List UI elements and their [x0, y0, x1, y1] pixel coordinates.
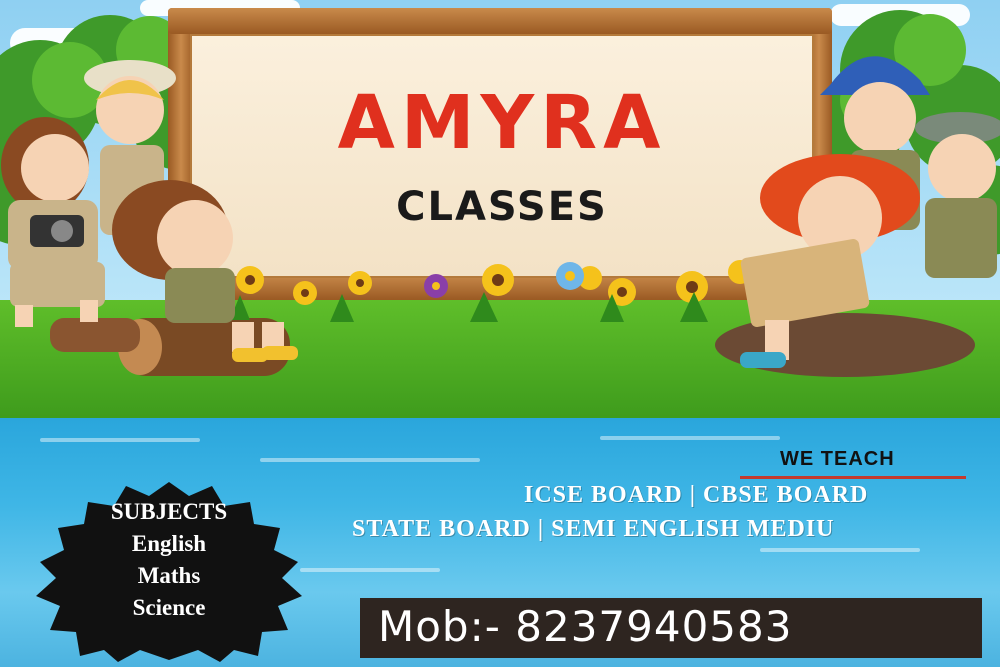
poster: AMYRA CLASSES WE TEACH ICSE BOARD | CBSE… — [0, 0, 1000, 667]
illustration-layer — [1, 56, 1000, 377]
boards-line-2: STATE BOARD | SEMI ENGLISH MEDIU — [352, 516, 835, 542]
subject-item: English — [131, 531, 207, 556]
flowers — [230, 260, 752, 322]
kid-with-camera — [1, 117, 105, 327]
subjects-list: SUBJECTS English Maths Science — [32, 496, 306, 624]
boards-line-1: ICSE BOARD | CBSE BOARD — [524, 482, 869, 508]
subject-item: Maths — [137, 563, 201, 588]
subjects-heading: SUBJECTS — [110, 499, 228, 524]
subject-item: Science — [132, 595, 206, 620]
heading-underline — [740, 476, 966, 479]
kid-with-grey-hat — [915, 112, 1000, 278]
mobile-number[interactable]: Mob:- 8237940583 — [378, 602, 792, 651]
mobile-contact-box: Mob:- 8237940583 — [360, 598, 982, 658]
subjects-badge: SUBJECTS English Maths Science — [32, 482, 306, 662]
we-teach-heading: WE TEACH — [780, 448, 895, 470]
